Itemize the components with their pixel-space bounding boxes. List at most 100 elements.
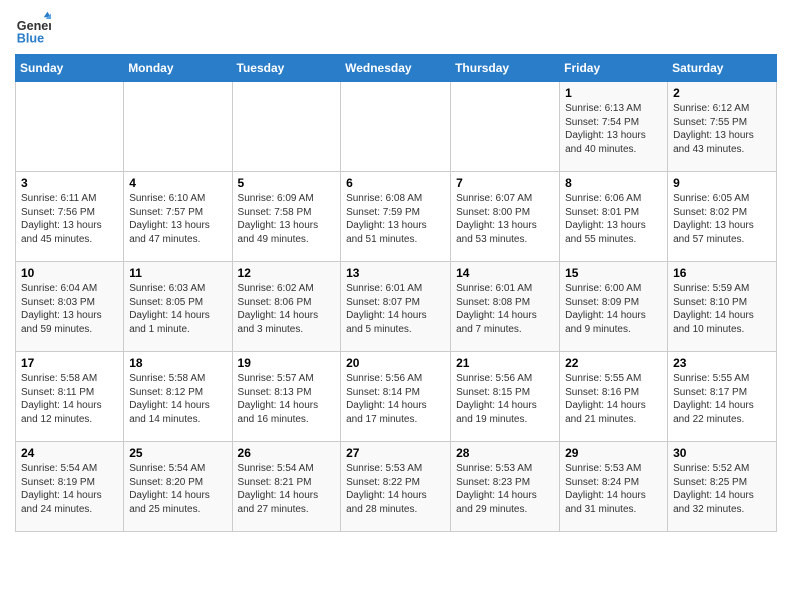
calendar-cell: 3 Sunrise: 6:11 AM Sunset: 7:56 PM Daylig… [16,172,124,262]
day-number: 30 [673,446,771,460]
day-number: 15 [565,266,662,280]
calendar-cell: 24 Sunrise: 5:54 AM Sunset: 8:19 PM Dayli… [16,442,124,532]
column-header-thursday: Thursday [451,55,560,82]
calendar-cell [124,82,232,172]
calendar-cell: 10 Sunrise: 6:04 AM Sunset: 8:03 PM Dayli… [16,262,124,352]
calendar-cell [341,82,451,172]
calendar-cell: 5 Sunrise: 6:09 AM Sunset: 7:58 PM Daylig… [232,172,341,262]
calendar-cell: 27 Sunrise: 5:53 AM Sunset: 8:22 PM Dayli… [341,442,451,532]
day-number: 23 [673,356,771,370]
day-info: Sunrise: 6:01 AM Sunset: 8:07 PM Dayligh… [346,282,445,336]
calendar-cell: 19Sunrise: 5:57 AM Sunset: 8:13 PM Dayli… [232,352,341,442]
day-number: 2 [673,86,771,100]
column-header-tuesday: Tuesday [232,55,341,82]
day-number: 10 [21,266,118,280]
calendar-cell: 21 Sunrise: 5:56 AM Sunset: 8:15 PM Dayli… [451,352,560,442]
day-info: Sunrise: 5:54 AM Sunset: 8:21 PM Dayligh… [238,462,336,516]
day-number: 21 [456,356,554,370]
day-info: Sunrise: 6:05 AM Sunset: 8:02 PM Dayligh… [673,192,771,246]
calendar-cell: 22Sunrise: 5:55 AM Sunset: 8:16 PM Dayli… [560,352,668,442]
day-info: Sunrise: 6:11 AM Sunset: 7:56 PM Dayligh… [21,192,118,246]
day-number: 14 [456,266,554,280]
day-info: Sunrise: 5:53 AM Sunset: 8:23 PM Dayligh… [456,462,554,516]
day-info: Sunrise: 6:02 AM Sunset: 8:06 PM Dayligh… [238,282,336,336]
day-info: Sunrise: 6:01 AM Sunset: 8:08 PM Dayligh… [456,282,554,336]
calendar-cell: 18 Sunrise: 5:58 AM Sunset: 8:12 PM Dayli… [124,352,232,442]
day-number: 29 [565,446,662,460]
calendar-cell: 1 Sunrise: 6:13 AM Sunset: 7:54 PM Daylig… [560,82,668,172]
day-number: 17 [21,356,118,370]
calendar-cell: 20 Sunrise: 5:56 AM Sunset: 8:14 PM Dayli… [341,352,451,442]
calendar-cell: 29 Sunrise: 5:53 AM Sunset: 8:24 PM Dayli… [560,442,668,532]
day-number: 11 [129,266,226,280]
logo: General Blue [15,10,55,46]
calendar-cell: 4 Sunrise: 6:10 AM Sunset: 7:57 PM Daylig… [124,172,232,262]
calendar-cell [16,82,124,172]
calendar-cell: 28 Sunrise: 5:53 AM Sunset: 8:23 PM Dayli… [451,442,560,532]
svg-text:Blue: Blue [17,31,44,45]
calendar-cell: 11 Sunrise: 6:03 AM Sunset: 8:05 PM Dayli… [124,262,232,352]
page-header: General Blue [15,10,777,46]
day-number: 22 [565,356,662,370]
day-info: Sunrise: 6:13 AM Sunset: 7:54 PM Dayligh… [565,102,662,156]
day-number: 9 [673,176,771,190]
day-number: 5 [238,176,336,190]
calendar-table: SundayMondayTuesdayWednesdayThursdayFrid… [15,54,777,532]
calendar-cell [232,82,341,172]
calendar-cell: 2 Sunrise: 6:12 AM Sunset: 7:55 PM Daylig… [668,82,777,172]
column-header-friday: Friday [560,55,668,82]
calendar-cell: 17 Sunrise: 5:58 AM Sunset: 8:11 PM Dayli… [16,352,124,442]
day-info: Sunrise: 6:03 AM Sunset: 8:05 PM Dayligh… [129,282,226,336]
column-header-monday: Monday [124,55,232,82]
day-info: Sunrise: 6:10 AM Sunset: 7:57 PM Dayligh… [129,192,226,246]
calendar-cell: 6 Sunrise: 6:08 AM Sunset: 7:59 PM Daylig… [341,172,451,262]
day-info: Sunrise: 5:54 AM Sunset: 8:20 PM Dayligh… [129,462,226,516]
day-info: Sunrise: 6:09 AM Sunset: 7:58 PM Dayligh… [238,192,336,246]
calendar-cell: 30 Sunrise: 5:52 AM Sunset: 8:25 PM Dayli… [668,442,777,532]
day-number: 4 [129,176,226,190]
day-info: Sunrise: 5:58 AM Sunset: 8:11 PM Dayligh… [21,372,118,426]
calendar-cell: 14 Sunrise: 6:01 AM Sunset: 8:08 PM Dayli… [451,262,560,352]
calendar-cell: 15 Sunrise: 6:00 AM Sunset: 8:09 PM Dayli… [560,262,668,352]
day-info: Sunrise: 5:53 AM Sunset: 8:24 PM Dayligh… [565,462,662,516]
day-number: 20 [346,356,445,370]
day-info: Sunrise: 5:55 AM Sunset: 8:17 PM Dayligh… [673,372,771,426]
day-number: 24 [21,446,118,460]
calendar-cell: 25 Sunrise: 5:54 AM Sunset: 8:20 PM Dayli… [124,442,232,532]
day-info: Sunrise: 5:56 AM Sunset: 8:15 PM Dayligh… [456,372,554,426]
day-info: Sunrise: 5:56 AM Sunset: 8:14 PM Dayligh… [346,372,445,426]
day-number: 7 [456,176,554,190]
day-number: 3 [21,176,118,190]
day-info: Sunrise: 5:52 AM Sunset: 8:25 PM Dayligh… [673,462,771,516]
day-number: 19 [238,356,336,370]
calendar-cell: 16 Sunrise: 5:59 AM Sunset: 8:10 PM Dayli… [668,262,777,352]
day-info: Sunrise: 5:54 AM Sunset: 8:19 PM Dayligh… [21,462,118,516]
day-number: 6 [346,176,445,190]
day-number: 8 [565,176,662,190]
calendar-cell: 23 Sunrise: 5:55 AM Sunset: 8:17 PM Dayli… [668,352,777,442]
day-info: Sunrise: 6:12 AM Sunset: 7:55 PM Dayligh… [673,102,771,156]
day-info: Sunrise: 6:08 AM Sunset: 7:59 PM Dayligh… [346,192,445,246]
calendar-cell: 12Sunrise: 6:02 AM Sunset: 8:06 PM Dayli… [232,262,341,352]
day-info: Sunrise: 6:07 AM Sunset: 8:00 PM Dayligh… [456,192,554,246]
column-header-wednesday: Wednesday [341,55,451,82]
calendar-cell: 9 Sunrise: 6:05 AM Sunset: 8:02 PM Daylig… [668,172,777,262]
day-number: 18 [129,356,226,370]
day-number: 25 [129,446,226,460]
column-header-sunday: Sunday [16,55,124,82]
day-number: 1 [565,86,662,100]
day-number: 26 [238,446,336,460]
day-info: Sunrise: 5:53 AM Sunset: 8:22 PM Dayligh… [346,462,445,516]
day-number: 28 [456,446,554,460]
calendar-cell: 8 Sunrise: 6:06 AM Sunset: 8:01 PM Daylig… [560,172,668,262]
day-number: 27 [346,446,445,460]
day-info: Sunrise: 5:59 AM Sunset: 8:10 PM Dayligh… [673,282,771,336]
calendar-cell: 7 Sunrise: 6:07 AM Sunset: 8:00 PM Daylig… [451,172,560,262]
logo-icon: General Blue [15,10,51,46]
day-number: 16 [673,266,771,280]
day-info: Sunrise: 5:58 AM Sunset: 8:12 PM Dayligh… [129,372,226,426]
calendar-cell: 26 Sunrise: 5:54 AM Sunset: 8:21 PM Dayli… [232,442,341,532]
day-info: Sunrise: 6:06 AM Sunset: 8:01 PM Dayligh… [565,192,662,246]
day-info: Sunrise: 6:00 AM Sunset: 8:09 PM Dayligh… [565,282,662,336]
day-info: Sunrise: 6:04 AM Sunset: 8:03 PM Dayligh… [21,282,118,336]
